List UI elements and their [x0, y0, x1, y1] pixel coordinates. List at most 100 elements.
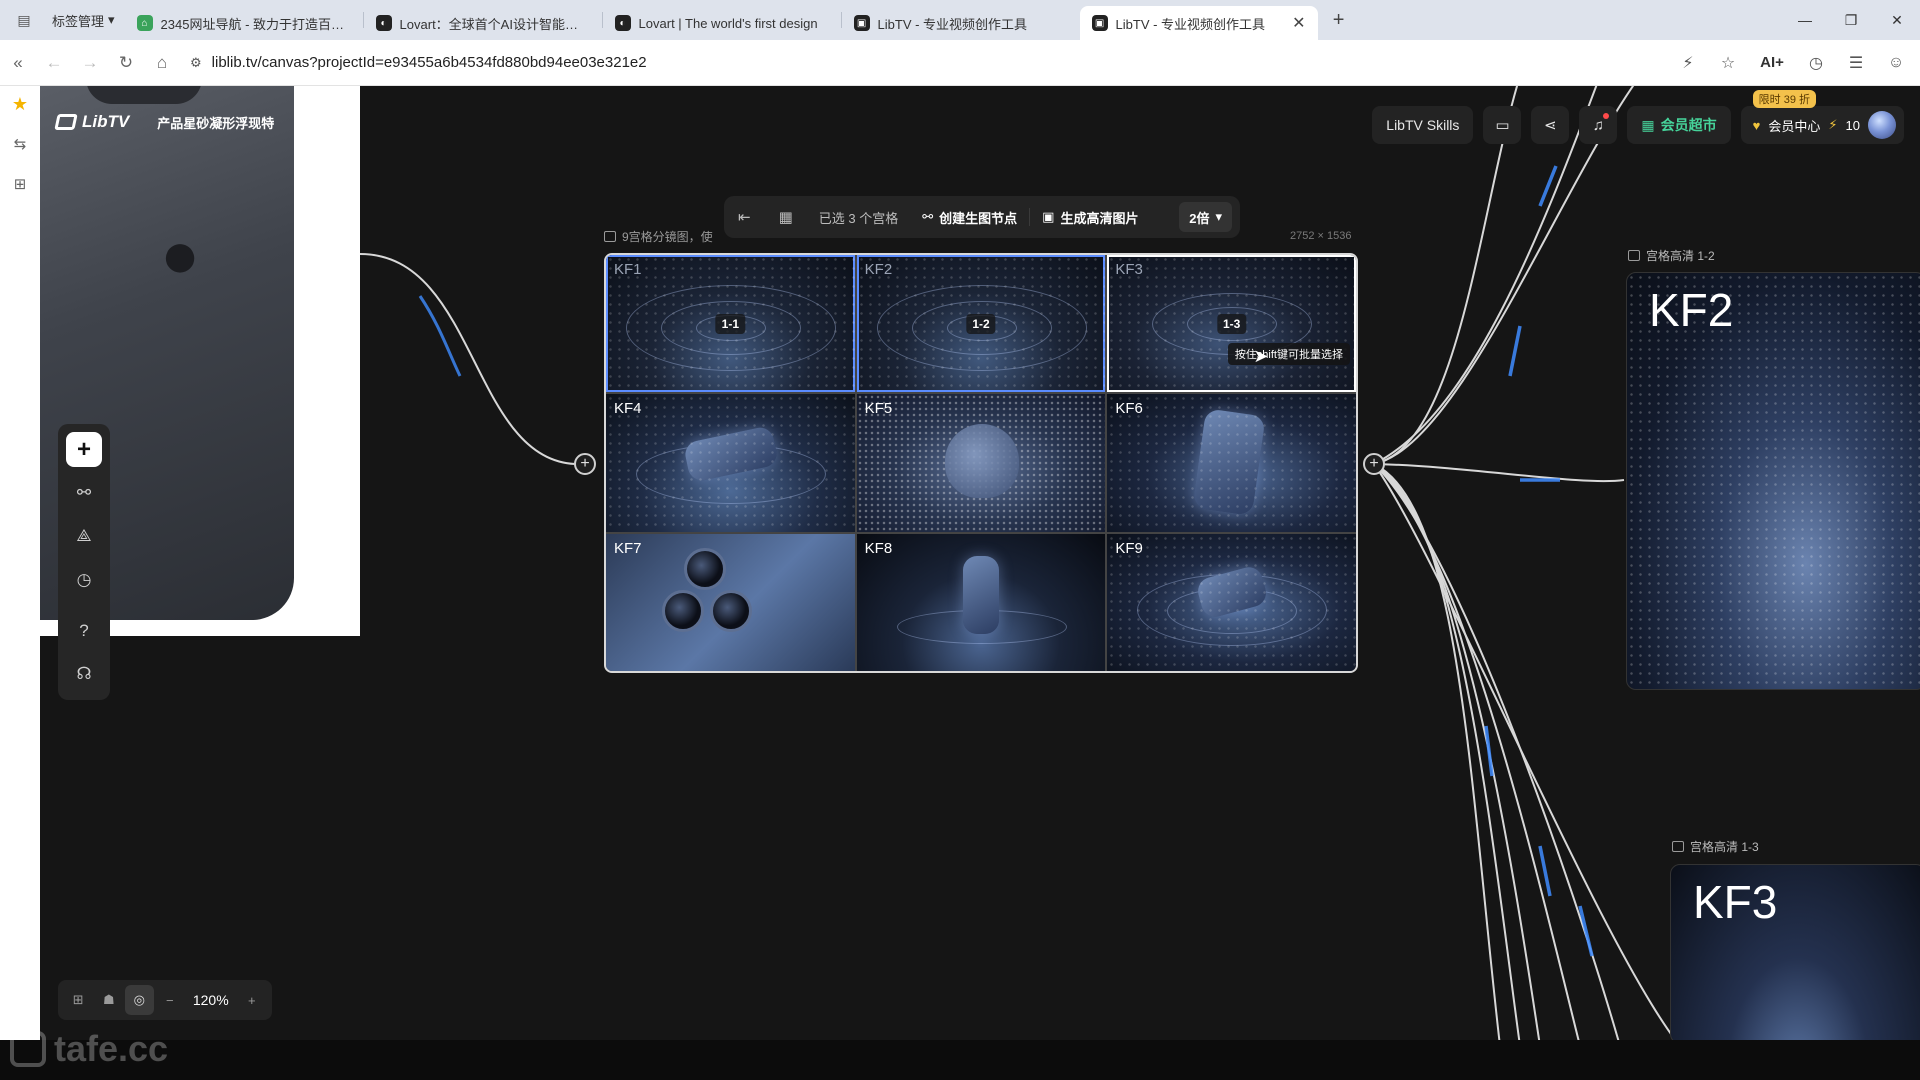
- browser-tab[interactable]: ▣ LibTV - 专业视频创作工具: [842, 6, 1080, 40]
- help-icon[interactable]: ?: [66, 613, 102, 648]
- chevron-down-icon: ▾: [108, 12, 115, 27]
- member-center[interactable]: 限时 39 折 ♥ 会员中心 ⚡ 10: [1740, 90, 1904, 144]
- site-info-icon[interactable]: ⚙: [190, 55, 202, 71]
- grid-cell[interactable]: KF3 1-3 按住shift键可批量选择 ➤: [1107, 255, 1356, 393]
- scale-value: 2倍: [1189, 210, 1210, 226]
- vip-market-button[interactable]: ▦ 会员超市: [1627, 106, 1731, 144]
- zoom-in-button[interactable]: +: [237, 985, 266, 1015]
- output-port-icon[interactable]: +: [1363, 453, 1385, 475]
- cell-kf-label: KF5: [864, 400, 893, 418]
- lovart-favicon-icon: ◐: [375, 15, 392, 31]
- create-node-button[interactable]: ⚯ 创建生图节点: [910, 196, 1029, 238]
- project-title[interactable]: 产品星砂凝形浮现特: [157, 113, 274, 132]
- home-icon[interactable]: ⌂: [144, 45, 180, 81]
- browser-tab-active[interactable]: ▣ LibTV - 专业视频创作工具 ✕: [1079, 6, 1318, 40]
- grid-cell[interactable]: KF5: [856, 394, 1106, 532]
- forward-icon[interactable]: →: [72, 45, 108, 81]
- hd-icon: ▣: [1042, 209, 1055, 224]
- notification-dot: [1603, 113, 1610, 119]
- save-icon[interactable]: ▭: [1483, 106, 1522, 144]
- ai-button[interactable]: AI+: [1750, 45, 1794, 81]
- pointer-mode-icon[interactable]: ◎: [125, 985, 154, 1015]
- preview-node-title[interactable]: 宫格高清 1-3: [1672, 838, 1759, 855]
- libtv-skills-button[interactable]: LibTV Skills: [1372, 106, 1474, 144]
- member-heart-icon: ♥: [1752, 117, 1761, 133]
- generate-hd-button[interactable]: ▣ 生成高清图片: [1030, 196, 1150, 238]
- grid-cell[interactable]: KF6: [1107, 394, 1356, 532]
- vip-label: 会员超市: [1660, 117, 1717, 133]
- app-brand: LibTV 产品星砂凝形浮现特: [54, 112, 274, 132]
- menu-icon[interactable]: ☰: [1838, 45, 1874, 81]
- browser-tab[interactable]: ◐ Lovart：全球首个AI设计智能体 | 官: [364, 6, 602, 40]
- zoom-level[interactable]: 120%: [186, 992, 235, 1008]
- tab-title: LibTV - 专业视频创作工具: [877, 16, 1028, 32]
- site-favicon-icon: ⌂: [136, 15, 153, 31]
- favorites-star-icon[interactable]: ★: [6, 92, 34, 116]
- canvas[interactable]: ● LibTV 产品星砂凝形浮现特 + ⚯ ⟁ ◷ ? ☊ LibTV Skil…: [40, 86, 1920, 1040]
- grid-cell[interactable]: KF9: [1107, 533, 1356, 671]
- storyboard-grid-node[interactable]: KF1 1-1 KF2 1-2 KF3 1-3 按住shift键可批量选择 ➤ …: [604, 253, 1358, 673]
- collapse-icon[interactable]: «: [0, 45, 36, 81]
- history-icon[interactable]: ◷: [1798, 45, 1834, 81]
- notification-bell-icon[interactable]: ♫: [1579, 106, 1618, 144]
- browser-tab-bar: ▤ 标签管理 ▾ ⌂ 2345网址导航 - 致力于打造百年品 ◐ Lovart：…: [0, 0, 1920, 40]
- add-panel-icon[interactable]: ⊞: [6, 172, 34, 196]
- selected-count: 已选 3 个宫格: [818, 210, 899, 226]
- preview-node-title[interactable]: 宫格高清 1-2: [1628, 247, 1715, 264]
- browser-tab[interactable]: ⌂ 2345网址导航 - 致力于打造百年品: [125, 6, 363, 40]
- grid-icon[interactable]: ▦: [765, 196, 807, 238]
- lightning-icon[interactable]: ⚡: [1670, 45, 1706, 81]
- reload-icon[interactable]: ↻: [108, 45, 144, 81]
- minimize-icon[interactable]: —: [1782, 0, 1828, 40]
- close-window-icon[interactable]: ✕: [1874, 0, 1920, 40]
- cell-badge: 1-2: [966, 313, 996, 334]
- sidebar-toggle-icon[interactable]: ▤: [6, 6, 42, 34]
- workflow-icon[interactable]: ⚯: [66, 475, 102, 510]
- image-icon: [1672, 841, 1684, 852]
- url-field[interactable]: ⚙ liblib.tv/canvas?projectId=e93455a6b45…: [180, 46, 1670, 80]
- avatar[interactable]: [1868, 111, 1896, 139]
- member-label: 会员中心: [1768, 118, 1821, 134]
- input-port-icon[interactable]: +: [574, 453, 596, 475]
- libtv-favicon-icon: ▣: [853, 15, 870, 31]
- libtv-logo[interactable]: LibTV: [54, 112, 129, 132]
- back-icon[interactable]: ←: [36, 45, 72, 81]
- preview-node[interactable]: KF2: [1626, 272, 1920, 690]
- grid-cell[interactable]: KF8: [856, 533, 1106, 671]
- browser-tab[interactable]: ◐ Lovart | The world's first design: [603, 6, 841, 40]
- cell-badge: 1-1: [715, 313, 745, 334]
- chevron-down-icon: ▾: [1215, 209, 1222, 224]
- user-view-icon[interactable]: ☗: [95, 985, 124, 1015]
- profile-icon[interactable]: ☺: [1878, 45, 1914, 81]
- close-tab-icon[interactable]: ✕: [1292, 13, 1305, 33]
- grid-node-title[interactable]: 9宫格分镜图，使: [604, 228, 713, 245]
- history-clock-icon[interactable]: ◷: [66, 562, 102, 597]
- grid-cell[interactable]: KF1 1-1: [606, 255, 855, 393]
- shapes-icon[interactable]: ⟁: [66, 519, 102, 554]
- cell-kf-label: KF7: [614, 539, 642, 557]
- zoom-out-button[interactable]: −: [156, 985, 185, 1015]
- scale-select[interactable]: 2倍 ▾: [1179, 202, 1232, 232]
- new-tab-button[interactable]: +: [1324, 5, 1354, 35]
- add-node-button[interactable]: +: [66, 432, 102, 468]
- grid-node-title-text: 9宫格分镜图，使: [622, 230, 713, 244]
- image-icon: [604, 231, 616, 242]
- grid-cell[interactable]: KF7: [606, 533, 855, 671]
- grid-cell[interactable]: KF2 1-2: [856, 255, 1106, 393]
- preview-label: KF3: [1693, 876, 1778, 928]
- address-bar-actions: ⚡ ☆ AI+ ◷ ☰ ☺: [1670, 45, 1914, 81]
- bookmark-star-icon[interactable]: ☆: [1710, 45, 1746, 81]
- support-headset-icon[interactable]: ☊: [66, 657, 102, 692]
- tab-title: 2345网址导航 - 致力于打造百年品: [160, 16, 351, 32]
- tab-group-menu[interactable]: 标签管理 ▾: [42, 11, 125, 30]
- zoom-controls: ⊞ ☗ ◎ − 120% +: [58, 980, 272, 1020]
- share-icon[interactable]: ⋖: [1531, 106, 1570, 144]
- preview-title-text: 宫格高清 1-2: [1646, 249, 1715, 263]
- watermark-logo-icon: [10, 1031, 46, 1067]
- preview-node[interactable]: KF3: [1670, 864, 1920, 1040]
- restore-icon[interactable]: ❐: [1828, 0, 1874, 40]
- grid-cell[interactable]: KF4: [606, 394, 855, 532]
- minimap-icon[interactable]: ⊞: [64, 985, 93, 1015]
- exit-icon[interactable]: ⇤: [724, 196, 765, 238]
- swap-icon[interactable]: ⇆: [6, 132, 34, 156]
